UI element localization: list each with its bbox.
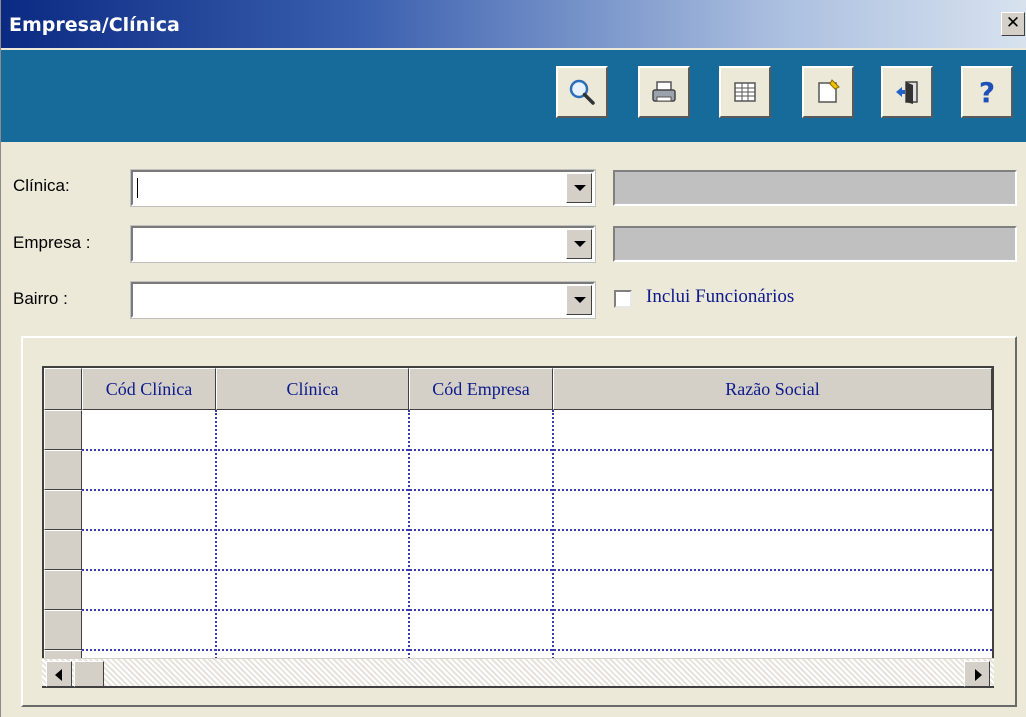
text-caret bbox=[137, 178, 138, 198]
grid-header: Cód Clínica Clínica Cód Empresa Razão So… bbox=[44, 368, 992, 410]
note-edit-icon bbox=[818, 79, 840, 103]
scroll-right-button[interactable] bbox=[964, 661, 990, 687]
empresa-label: Empresa : bbox=[13, 233, 91, 252]
scroll-thumb[interactable] bbox=[74, 661, 104, 687]
clinica-name-display bbox=[613, 170, 1017, 206]
exit-button[interactable] bbox=[881, 66, 933, 118]
empresa-combo[interactable] bbox=[130, 225, 596, 263]
column-header-cod-clinica[interactable]: Cód Clínica bbox=[82, 368, 216, 410]
help-icon: ? bbox=[978, 75, 996, 109]
grid-column-line bbox=[408, 410, 410, 686]
clinica-label: Clínica: bbox=[13, 176, 70, 195]
empresa-dropdown-button[interactable] bbox=[566, 229, 592, 259]
grid-row-line bbox=[82, 489, 992, 491]
search-button[interactable] bbox=[556, 66, 608, 118]
printer-icon bbox=[652, 81, 676, 102]
toolbar: ? bbox=[1, 50, 1026, 142]
table-view-button[interactable] bbox=[719, 66, 771, 118]
row-indicator[interactable] bbox=[44, 570, 82, 610]
help-button[interactable]: ? bbox=[961, 66, 1013, 118]
close-button[interactable]: ✕ bbox=[1001, 12, 1025, 36]
row-indicator[interactable] bbox=[44, 490, 82, 530]
header-corner bbox=[44, 368, 82, 410]
grid-column-line bbox=[552, 410, 554, 686]
column-header-razao-social[interactable]: Razão Social bbox=[553, 368, 992, 410]
print-button[interactable] bbox=[638, 66, 690, 118]
edit-note-button[interactable] bbox=[802, 66, 854, 118]
window-title: Empresa/Clínica bbox=[9, 14, 180, 36]
bairro-label: Bairro : bbox=[13, 289, 68, 308]
grid-column-line bbox=[215, 410, 217, 686]
empresa-clinica-window: Empresa/Clínica ✕ ? Clínica: Empresa: B… bbox=[0, 0, 1026, 717]
close-icon: ✕ bbox=[1005, 13, 1021, 33]
grid-row-line bbox=[82, 649, 992, 651]
empresa-name-display bbox=[613, 226, 1017, 262]
inclui-funcionarios-checkbox[interactable] bbox=[614, 290, 632, 308]
grid-row-line bbox=[82, 529, 992, 531]
horizontal-scrollbar[interactable] bbox=[42, 658, 994, 687]
bairro-dropdown-button[interactable] bbox=[566, 285, 592, 315]
clinica-combo[interactable] bbox=[130, 169, 596, 207]
exit-door-icon bbox=[896, 81, 918, 104]
table-icon bbox=[734, 82, 756, 102]
column-header-clinica[interactable]: Clínica bbox=[216, 368, 409, 410]
row-indicator[interactable] bbox=[44, 530, 82, 570]
grid-row-line bbox=[82, 449, 992, 451]
inclui-funcionarios-label[interactable]: Inclui Funcionários bbox=[646, 286, 794, 308]
bairro-combo[interactable] bbox=[130, 281, 596, 319]
magnifier-icon bbox=[569, 79, 595, 105]
clinica-dropdown-button[interactable] bbox=[566, 173, 592, 203]
grid-row-line bbox=[82, 609, 992, 611]
row-indicator[interactable] bbox=[44, 410, 82, 450]
scroll-left-button[interactable] bbox=[46, 661, 72, 687]
results-grid[interactable]: Cód Clínica Clínica Cód Empresa Razão So… bbox=[42, 366, 994, 688]
title-bar[interactable]: Empresa/Clínica ✕ bbox=[1, 0, 1026, 48]
grid-row-line bbox=[82, 569, 992, 571]
row-indicator[interactable] bbox=[44, 610, 82, 650]
column-header-cod-empresa[interactable]: Cód Empresa bbox=[409, 368, 553, 410]
row-indicator[interactable] bbox=[44, 450, 82, 490]
